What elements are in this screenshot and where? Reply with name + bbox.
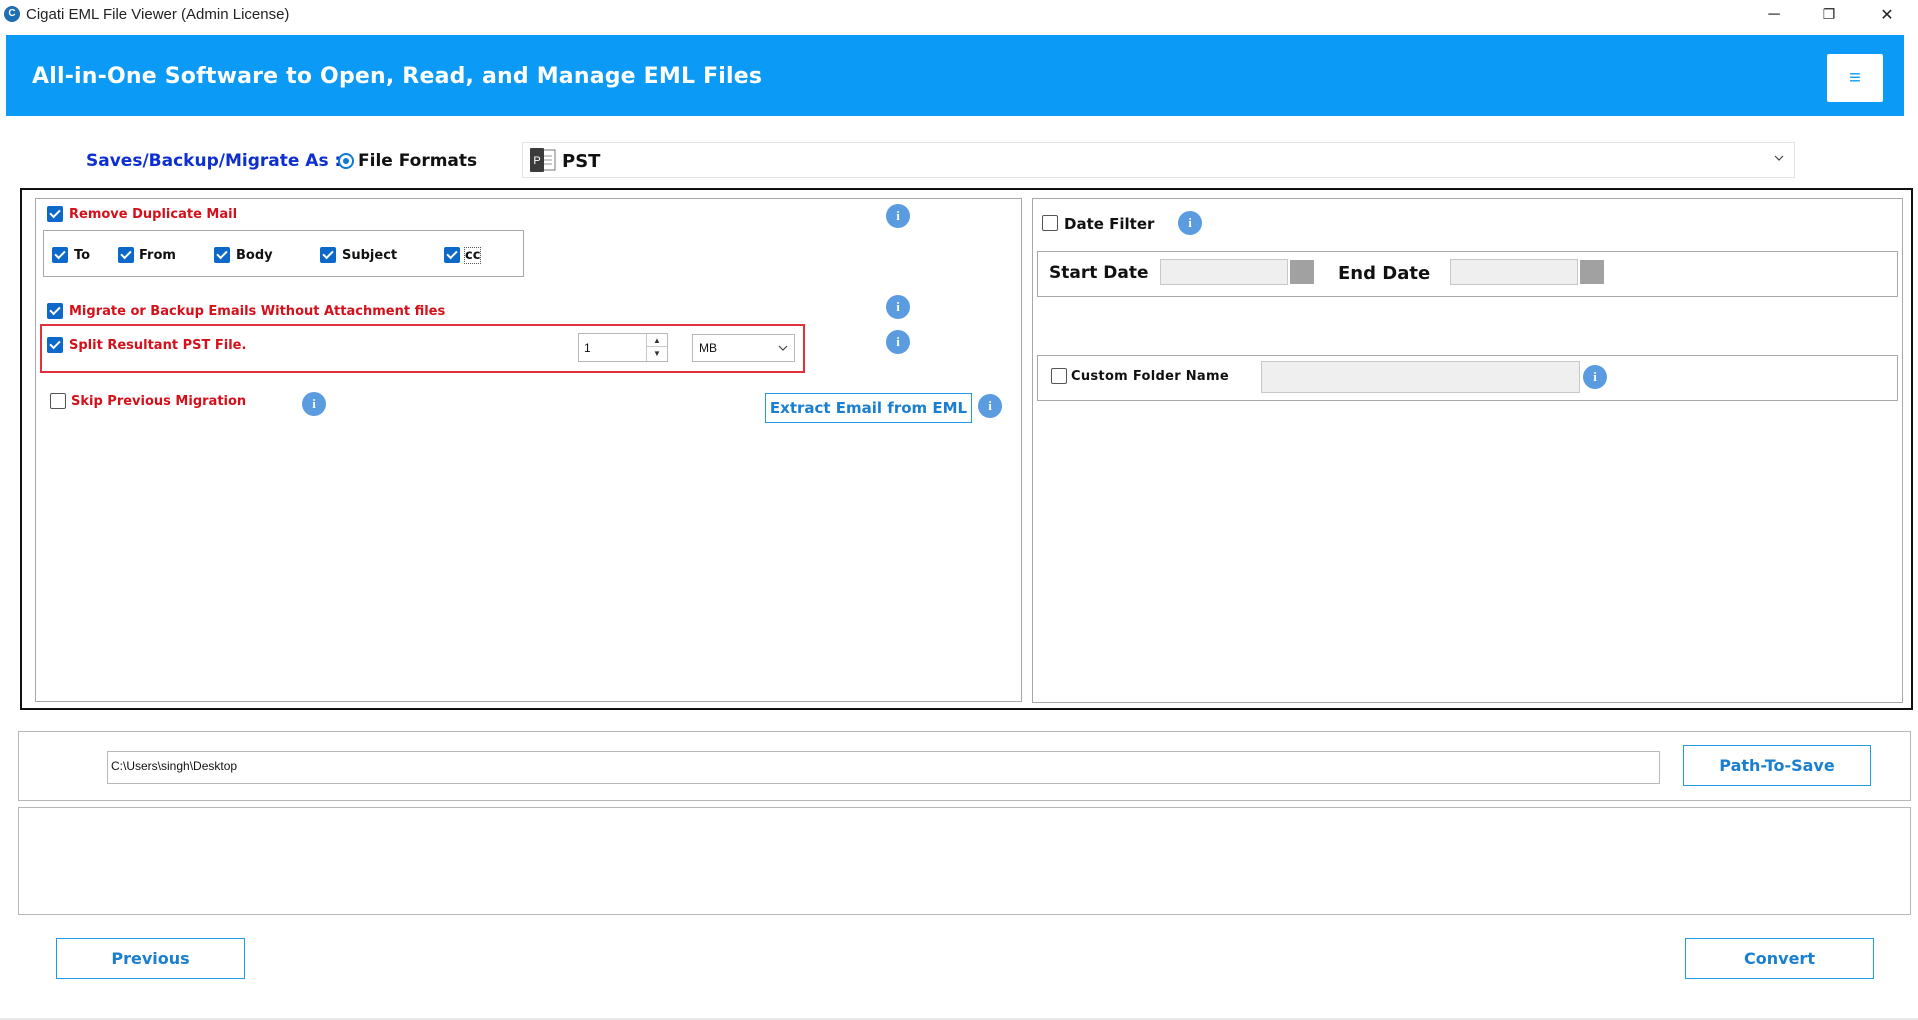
path-to-save-button[interactable]: Path-To-Save: [1683, 745, 1871, 786]
stepper-buttons: ▲ ▼: [646, 334, 667, 361]
split-pst-label: Split Resultant PST File.: [69, 338, 247, 353]
window-title: Cigati EML File Viewer (Admin License): [26, 6, 290, 23]
to-label: To: [74, 248, 91, 263]
custom-folder-input[interactable]: [1261, 361, 1580, 393]
cc-checkbox[interactable]: [444, 247, 460, 263]
info-icon[interactable]: i: [886, 330, 910, 354]
pst-icon-letter: P: [533, 155, 540, 167]
body-checkbox[interactable]: [214, 247, 230, 263]
pst-file-icon: P: [530, 148, 556, 172]
extract-email-button[interactable]: Extract Email from EML: [765, 393, 972, 423]
date-filter-checkbox[interactable]: [1042, 215, 1058, 231]
end-date-picker-button[interactable]: [1580, 260, 1604, 284]
start-date-picker-button[interactable]: [1290, 260, 1314, 284]
remove-duplicate-label: Remove Duplicate Mail: [69, 207, 238, 222]
format-select[interactable]: [522, 142, 1795, 178]
end-date-label: End Date: [1338, 263, 1431, 284]
end-date-input[interactable]: [1450, 259, 1578, 285]
file-formats-label[interactable]: File Formats: [358, 151, 477, 171]
stepper-down-icon[interactable]: ▼: [647, 347, 667, 360]
hamburger-menu-button[interactable]: ≡: [1827, 54, 1883, 102]
previous-button[interactable]: Previous: [56, 938, 245, 979]
split-size-value: 1: [584, 341, 591, 355]
subject-checkbox[interactable]: [320, 247, 336, 263]
skip-previous-checkbox[interactable]: [50, 393, 66, 409]
stepper-up-icon[interactable]: ▲: [647, 334, 667, 347]
path-value: C:\Users\singh\Desktop: [111, 759, 238, 773]
info-icon[interactable]: i: [302, 392, 326, 416]
menu-icon: ≡: [1849, 66, 1861, 89]
chevron-down-icon: [778, 345, 788, 351]
banner-title: All-in-One Software to Open, Read, and M…: [32, 64, 763, 89]
file-formats-radio[interactable]: [338, 153, 354, 169]
path-input[interactable]: [107, 751, 1660, 784]
split-unit-value: MB: [699, 341, 717, 355]
log-area: [18, 807, 1911, 915]
custom-folder-checkbox[interactable]: [1051, 368, 1067, 384]
app-logo-icon: C: [4, 6, 20, 22]
info-icon[interactable]: i: [886, 204, 910, 228]
to-checkbox[interactable]: [52, 247, 68, 263]
custom-folder-label: Custom Folder Name: [1071, 369, 1229, 384]
without-attachments-label: Migrate or Backup Emails Without Attachm…: [69, 304, 446, 319]
convert-button[interactable]: Convert: [1685, 938, 1874, 979]
chevron-down-icon: [1774, 155, 1784, 161]
start-date-label: Start Date: [1049, 263, 1149, 283]
remove-duplicate-checkbox[interactable]: [47, 206, 63, 222]
info-icon[interactable]: i: [978, 394, 1002, 418]
from-checkbox[interactable]: [118, 247, 134, 263]
body-label: Body: [236, 248, 273, 263]
subject-label: Subject: [342, 248, 398, 263]
info-icon[interactable]: i: [1583, 365, 1607, 389]
date-filter-label: Date Filter: [1064, 215, 1155, 233]
close-button[interactable]: ✕: [1858, 0, 1916, 29]
cc-label: cc: [463, 247, 482, 264]
maximize-button[interactable]: ❐: [1800, 0, 1858, 29]
info-icon[interactable]: i: [886, 295, 910, 319]
skip-previous-label: Skip Previous Migration: [71, 394, 247, 409]
start-date-input[interactable]: [1160, 259, 1288, 285]
without-attachments-checkbox[interactable]: [47, 303, 63, 319]
minimize-button[interactable]: ─: [1745, 0, 1803, 29]
saves-label: Saves/Backup/Migrate As :: [86, 151, 342, 171]
from-label: From: [139, 248, 176, 263]
split-pst-checkbox[interactable]: [47, 337, 63, 353]
format-selected-value: PST: [562, 151, 601, 172]
info-icon[interactable]: i: [1178, 211, 1202, 235]
